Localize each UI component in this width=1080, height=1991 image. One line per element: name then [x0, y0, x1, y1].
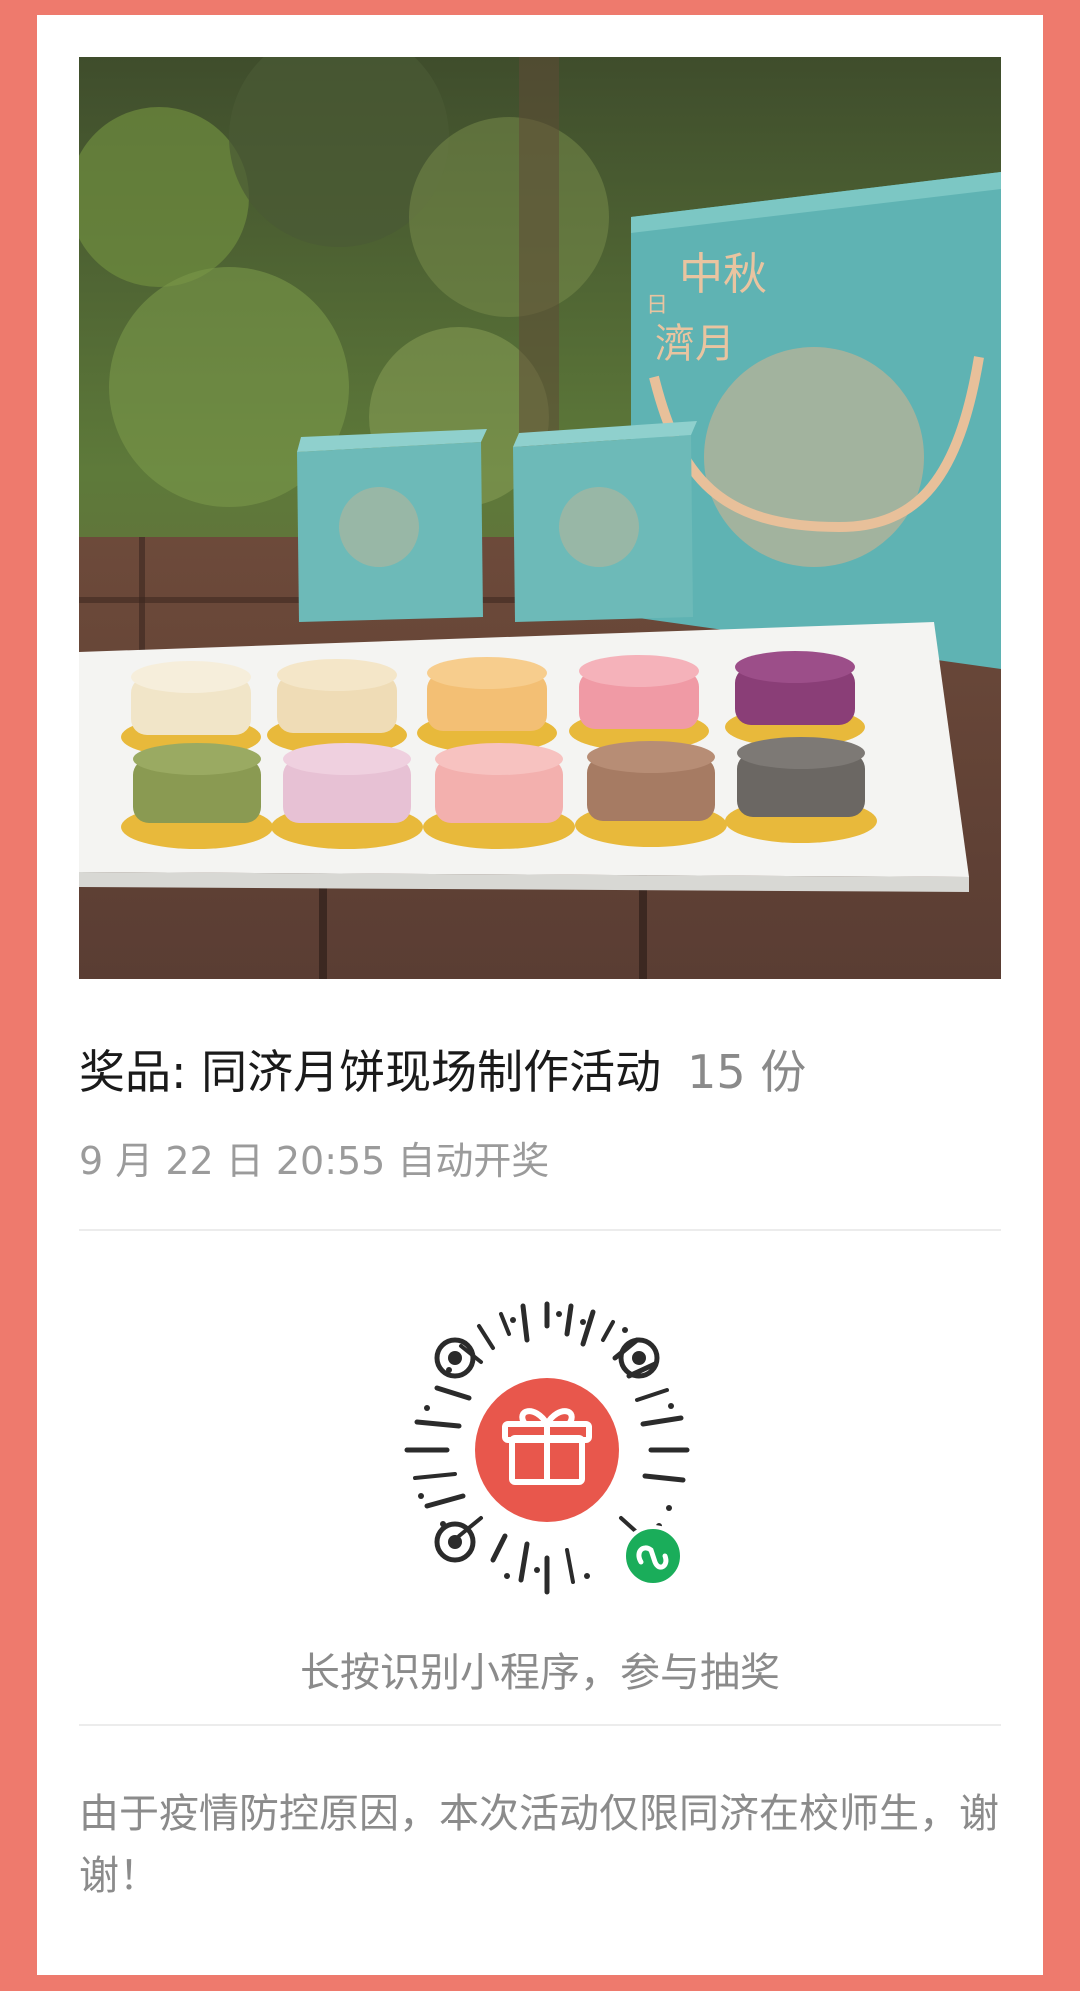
box-subtitle-text: 濟月 [655, 321, 735, 367]
lottery-card: 中秋 濟月 日 奖品: 同济月饼现场制作活动 15 份 9 月 22 日 20:… [37, 15, 1043, 1975]
divider-top [79, 1229, 1001, 1231]
mini-program-hint: 长按识别小程序，参与抽奖 [300, 1650, 780, 1696]
prize-quantity: 15 份 [687, 1045, 807, 1099]
notice-text: 由于疫情防控原因，本次活动仅限同济在校师生，谢谢！ [79, 1791, 999, 1899]
mini-program-code[interactable] [397, 1300, 697, 1600]
mooncake-photo: 中秋 濟月 日 [79, 57, 1001, 979]
draw-time: 9 月 22 日 20:55 自动开奖 [79, 1139, 550, 1183]
prize-title-row: 奖品: 同济月饼现场制作活动 15 份 [79, 1040, 1001, 1104]
divider-bottom [79, 1724, 1001, 1726]
box-title-text: 中秋 [679, 249, 767, 300]
prize-title: 奖品: 同济月饼现场制作活动 [79, 1045, 662, 1099]
box-small-text: 日 [646, 293, 668, 318]
